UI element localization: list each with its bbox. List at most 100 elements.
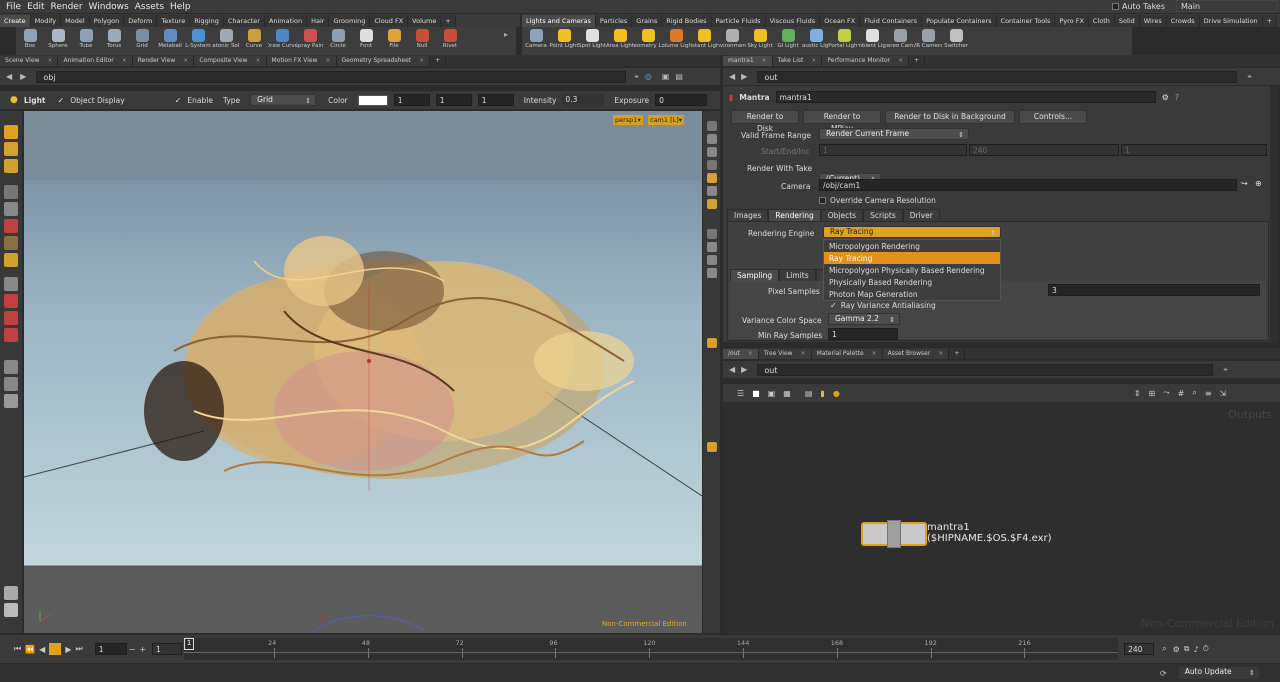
- bulb-icon[interactable]: [706, 147, 717, 157]
- playhead[interactable]: 1: [184, 638, 195, 650]
- play-reverse-icon[interactable]: ◀: [39, 645, 45, 654]
- shelf-tab-wires[interactable]: Wires: [1139, 15, 1167, 27]
- brush-tool-icon[interactable]: [4, 277, 18, 291]
- shelf-tool-stereo-cam[interactable]: Stereo Cam...: [886, 27, 914, 55]
- exposure-field[interactable]: 0: [655, 94, 708, 106]
- shelf-tab-create[interactable]: Create: [0, 15, 31, 27]
- shelf-tab-grains[interactable]: Grains: [632, 15, 663, 27]
- pin-icon[interactable]: ⌖: [1223, 365, 1228, 375]
- box-icon[interactable]: ▣: [768, 389, 776, 398]
- shelf-tool-area-light[interactable]: Area Light: [606, 27, 634, 55]
- persp-menu[interactable]: persp1▾: [613, 115, 643, 125]
- gear-icon[interactable]: ⚙: [1162, 93, 1169, 102]
- layout-icon[interactable]: ⊞: [1149, 389, 1156, 398]
- tab-rendering[interactable]: Rendering: [768, 209, 821, 221]
- shelf-tab-particle-fluids[interactable]: Particle Fluids: [711, 15, 766, 27]
- shelf-tool-point-light[interactable]: Point Light: [550, 27, 578, 55]
- shelf-tool-draw-curve[interactable]: Draw Curve: [268, 27, 296, 55]
- plus-icon[interactable]: +: [139, 645, 146, 654]
- point-icon[interactable]: [706, 186, 717, 196]
- desktop-select[interactable]: Main: [1176, 0, 1278, 12]
- shelf-tool-platonic-sol[interactable]: Platonic Sol...: [212, 27, 240, 55]
- shelf-tool-font[interactable]: Font: [352, 27, 380, 55]
- play-icon[interactable]: ▶: [65, 645, 71, 654]
- network-editor[interactable]: Outputs mantra1 ($HIPNAME.$OS.$F4.exr) N…: [723, 402, 1280, 634]
- engine-option-micropolygon[interactable]: Micropolygon Rendering: [824, 240, 1000, 252]
- color-g-field[interactable]: 1: [435, 94, 472, 106]
- grid-icon[interactable]: [706, 268, 717, 278]
- search-icon[interactable]: ⌕: [1162, 644, 1166, 654]
- tab-scene-view[interactable]: Scene View ×: [0, 56, 59, 66]
- jump-start-icon[interactable]: ⏮: [14, 644, 21, 654]
- close-icon[interactable]: ×: [183, 56, 188, 66]
- node-name-field[interactable]: mantra1: [775, 91, 1156, 103]
- shelf-tool-sphere[interactable]: Sphere: [44, 27, 72, 55]
- list-mode-icon[interactable]: ≡: [1205, 389, 1212, 398]
- pose-tool-icon[interactable]: [4, 185, 18, 199]
- tab-animation-editor[interactable]: Animation Editor ×: [58, 56, 133, 66]
- tab-driver[interactable]: Driver: [902, 209, 940, 221]
- shelf-tab-polygon[interactable]: Polygon: [89, 15, 125, 27]
- shelf-tab-animation[interactable]: Animation: [264, 15, 308, 27]
- shelf-tool-l-system[interactable]: L-System: [184, 27, 212, 55]
- table-icon[interactable]: ▦: [783, 389, 791, 398]
- engine-option-photon-map[interactable]: Photon Map Generation: [824, 288, 1000, 300]
- close-icon[interactable]: ×: [122, 56, 127, 66]
- shelf-tab-viscous-fluids[interactable]: Viscous Fluids: [765, 15, 821, 27]
- step-back-icon[interactable]: ⏪: [25, 645, 35, 654]
- valid-frame-range-select[interactable]: Render Current Frame: [819, 128, 969, 140]
- add-shelf-tab-button[interactable]: +: [441, 15, 456, 27]
- camera-menu[interactable]: cam1 [L]▾: [648, 115, 685, 125]
- scene-viewport[interactable]: persp1▾ cam1 [L]▾ Non-Commercial Edition: [24, 111, 702, 633]
- out-path-field[interactable]: out: [757, 70, 1238, 83]
- color-r-field[interactable]: 1: [393, 94, 430, 106]
- close-icon[interactable]: ×: [762, 56, 767, 66]
- type-select[interactable]: Grid: [250, 94, 317, 106]
- tab-limits[interactable]: Limits: [779, 269, 816, 281]
- obj-path-field[interactable]: obj: [36, 70, 627, 83]
- spray-icon[interactable]: [4, 586, 18, 600]
- grid-icon[interactable]: #: [1178, 389, 1185, 398]
- wire-icon[interactable]: ⤳: [1163, 388, 1169, 398]
- shelf-tool-file[interactable]: File: [380, 27, 408, 55]
- tab-scripts[interactable]: Scripts: [863, 209, 903, 221]
- shelf-tab-texture[interactable]: Texture: [157, 15, 191, 27]
- menu-render[interactable]: Render: [51, 2, 83, 12]
- cut-tool-icon[interactable]: [4, 311, 18, 325]
- override-res-row[interactable]: Override Camera Resolution: [819, 196, 936, 205]
- shelf-tab-character[interactable]: Character: [223, 15, 265, 27]
- check-icon[interactable]: ✓: [175, 96, 182, 105]
- add-tab-button[interactable]: +: [430, 56, 447, 66]
- shelf-tool-environmen[interactable]: Environmen...: [718, 27, 746, 55]
- paint-tool-icon[interactable]: [4, 294, 18, 308]
- auto-takes-checkbox[interactable]: [1112, 3, 1119, 10]
- sticky-icon[interactable]: ▮: [820, 389, 824, 398]
- network-path-field[interactable]: out: [757, 363, 1214, 376]
- close-icon[interactable]: ×: [748, 349, 753, 359]
- color-b-field[interactable]: 1: [477, 94, 514, 106]
- render-to-disk-button[interactable]: Render to Disk: [731, 110, 799, 133]
- shelf-tab-solid[interactable]: Solid: [1114, 15, 1140, 27]
- mantra-node[interactable]: [861, 520, 927, 548]
- shelf-tool-box[interactable]: Box: [16, 27, 44, 55]
- palette-icon[interactable]: ●: [833, 389, 840, 398]
- shelf-tab-modify[interactable]: Modify: [30, 15, 62, 27]
- add-tab-button[interactable]: +: [949, 349, 966, 359]
- close-icon[interactable]: ×: [419, 56, 424, 66]
- auto-update-select[interactable]: Auto Update: [1178, 667, 1259, 679]
- shelf-tab-particles[interactable]: Particles: [595, 15, 633, 27]
- shelf-tab-container-tools[interactable]: Container Tools: [996, 15, 1056, 27]
- shelf-scroll-icon[interactable]: ▸: [504, 30, 514, 50]
- select-tool-icon[interactable]: [4, 125, 18, 139]
- controls-button[interactable]: Controls...: [1019, 110, 1087, 124]
- refresh-icon[interactable]: ⟳: [1160, 669, 1167, 678]
- tab-images[interactable]: Images: [727, 209, 769, 221]
- shelf-tab-fluid-containers[interactable]: Fluid Containers: [860, 15, 923, 27]
- shelf-tab-rigid-bodies[interactable]: Rigid Bodies: [662, 15, 712, 27]
- shelf-tab-rigging[interactable]: Rigging: [190, 15, 224, 27]
- engine-option-pbr[interactable]: Physically Based Rendering: [824, 276, 1000, 288]
- back-arrow-icon[interactable]: ◀: [729, 72, 735, 81]
- keys-icon[interactable]: ⧉: [1184, 644, 1190, 654]
- pen-icon[interactable]: [706, 242, 717, 252]
- shelf-tool-rivet[interactable]: Rivet: [436, 27, 464, 55]
